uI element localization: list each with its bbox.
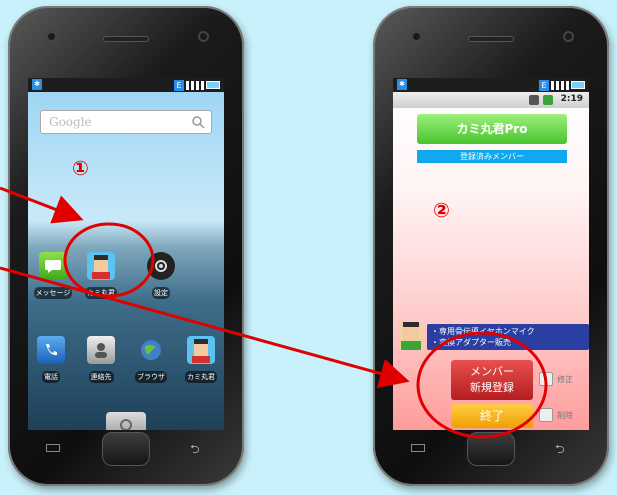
google-search-bar[interactable]: Google bbox=[40, 110, 212, 134]
home-button[interactable] bbox=[102, 432, 150, 466]
browser-icon bbox=[137, 336, 165, 364]
avatar bbox=[399, 322, 423, 350]
back-key-icon[interactable]: ⮌ bbox=[190, 440, 200, 461]
earpiece bbox=[103, 36, 149, 42]
status-bar: ✱ E bbox=[28, 78, 224, 92]
wallpaper: Google ① メッセージ カミ丸君 設定 電話 連絡先 ブラウザ カミ丸君 bbox=[28, 92, 224, 430]
launcher-icon bbox=[120, 419, 132, 430]
network-e-icon: E bbox=[539, 79, 549, 91]
bluetooth-icon: ✱ bbox=[32, 79, 42, 90]
sensor-icon bbox=[46, 31, 57, 42]
member-item[interactable]: ・専用骨伝導イヤホンマイク ・変換アダプター販売 bbox=[399, 322, 589, 354]
menu-key-icon[interactable] bbox=[46, 444, 60, 452]
app-status-strip: 2:19 bbox=[393, 92, 589, 108]
app-label: 設定 bbox=[152, 287, 170, 299]
app-phone[interactable]: 電話 bbox=[28, 336, 74, 383]
app-label: カミ丸君 bbox=[85, 287, 117, 299]
battery-icon bbox=[206, 81, 220, 89]
phone-icon bbox=[37, 336, 65, 364]
app-label: カミ丸君 bbox=[185, 371, 217, 383]
app-label: 電話 bbox=[42, 371, 60, 383]
search-icon[interactable] bbox=[191, 115, 205, 129]
sd-icon bbox=[529, 95, 539, 105]
app-contacts[interactable]: 連絡先 bbox=[78, 336, 124, 383]
app-kamimaru[interactable]: カミ丸君 bbox=[78, 252, 124, 299]
front-camera-icon bbox=[563, 31, 574, 42]
app-drawer-button[interactable] bbox=[106, 412, 146, 430]
member-info-line: ・専用骨伝導イヤホンマイク bbox=[431, 327, 535, 336]
status-bar: ✱ E bbox=[393, 78, 589, 92]
member-info: ・専用骨伝導イヤホンマイク ・変換アダプター販売 bbox=[427, 324, 589, 350]
bluetooth-icon: ✱ bbox=[397, 79, 407, 90]
menu-key-icon[interactable] bbox=[411, 444, 425, 452]
contacts-icon bbox=[87, 336, 115, 364]
back-key-icon[interactable]: ⮌ bbox=[555, 440, 565, 461]
edit-checkbox[interactable] bbox=[539, 372, 553, 386]
phone-right: ✱ E 2:19 カミ丸君Pro 登録済みメンバー ② ・専用骨伝導イヤホンマイ… bbox=[373, 6, 609, 486]
app-label: 連絡先 bbox=[88, 371, 114, 383]
step-marker-2: ② bbox=[433, 198, 450, 222]
hardware-keys: ⮌ bbox=[8, 432, 244, 472]
new-member-label-line: メンバー bbox=[470, 365, 514, 378]
edit-label: 修正 bbox=[557, 375, 573, 384]
sensor-icon bbox=[411, 31, 422, 42]
phone-left: ✱ E Google ① メッセージ カミ丸君 設定 電話 連絡先 ブラウザ カ… bbox=[8, 6, 244, 486]
kamimaru-app-view: 2:19 カミ丸君Pro 登録済みメンバー ② ・専用骨伝導イヤホンマイク ・変… bbox=[393, 92, 589, 430]
earpiece bbox=[468, 36, 514, 42]
app-settings[interactable]: 設定 bbox=[138, 252, 184, 299]
step-marker-1: ① bbox=[72, 156, 89, 180]
app-title-button[interactable]: カミ丸君Pro bbox=[417, 114, 567, 144]
new-member-button[interactable]: メンバー 新規登録 bbox=[451, 360, 533, 400]
new-member-label-line: 新規登録 bbox=[470, 381, 514, 394]
delete-label: 削除 bbox=[557, 411, 573, 420]
registered-members-header: 登録済みメンバー bbox=[417, 150, 567, 163]
settings-icon bbox=[147, 252, 175, 280]
member-info-line: ・変換アダプター販売 bbox=[431, 338, 511, 347]
kamimaru-app-icon bbox=[87, 252, 115, 280]
search-placeholder: Google bbox=[49, 115, 92, 129]
end-button[interactable]: 終了 bbox=[451, 404, 533, 428]
front-camera-icon bbox=[198, 31, 209, 42]
network-e-icon: E bbox=[174, 79, 184, 91]
signal-icon bbox=[186, 80, 204, 90]
message-icon bbox=[39, 252, 67, 280]
app-label: メッセージ bbox=[33, 287, 73, 299]
home-screen: ✱ E Google ① メッセージ カミ丸君 設定 電話 連絡先 ブラウザ カ… bbox=[28, 78, 224, 430]
app-screen: ✱ E 2:19 カミ丸君Pro 登録済みメンバー ② ・専用骨伝導イヤホンマイ… bbox=[393, 78, 589, 430]
app-kamimaru-2[interactable]: カミ丸君 bbox=[178, 336, 224, 383]
hardware-keys: ⮌ bbox=[373, 432, 609, 472]
home-button[interactable] bbox=[467, 432, 515, 466]
signal-icon bbox=[551, 80, 569, 90]
delete-checkbox[interactable] bbox=[539, 408, 553, 422]
status-time: 2:19 bbox=[560, 94, 583, 104]
battery-icon bbox=[571, 81, 585, 89]
sync-icon bbox=[543, 95, 553, 105]
app-message[interactable]: メッセージ bbox=[30, 252, 76, 299]
app-browser[interactable]: ブラウザ bbox=[128, 336, 174, 383]
kamimaru-app-icon bbox=[187, 336, 215, 364]
app-label: ブラウザ bbox=[135, 371, 167, 383]
